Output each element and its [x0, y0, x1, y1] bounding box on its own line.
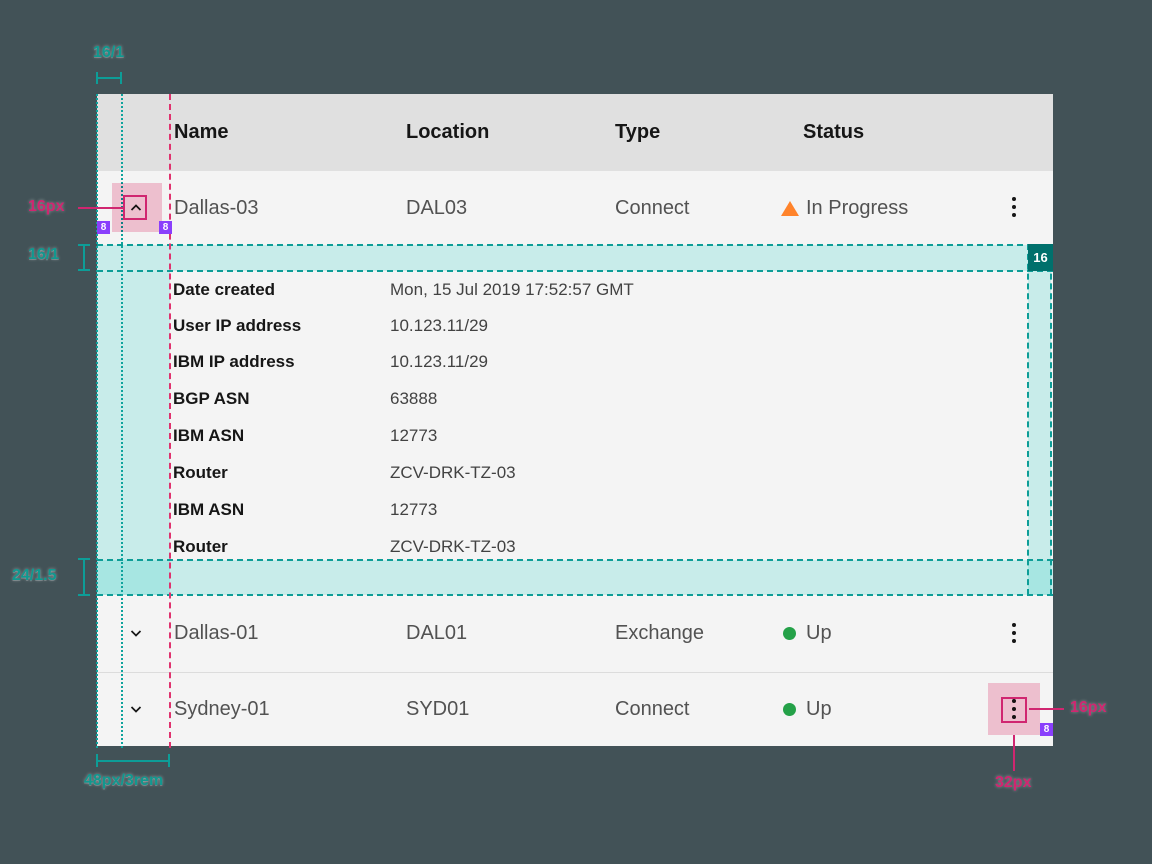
detail-row: IBM IP address 10.123.11/29	[173, 351, 488, 371]
status-cell	[781, 171, 799, 245]
overflow-menu-button[interactable]	[1007, 197, 1021, 217]
chevron-up-icon	[128, 200, 144, 216]
detail-row: User IP address 10.123.11/29	[173, 315, 488, 335]
cell-type: Connect	[615, 196, 690, 219]
status-cell	[783, 673, 796, 746]
expand-row-button[interactable]	[128, 701, 144, 717]
spec-canvas: Name Location Type Status Dallas-03 DAL0…	[0, 0, 1152, 864]
cell-type: Connect	[615, 698, 690, 720]
cell-location: DAL01	[406, 622, 468, 644]
padding-badge: 8	[97, 221, 110, 234]
cell-type: Exchange	[615, 622, 704, 644]
size-label: 16px	[1070, 699, 1107, 716]
column-header-location: Location	[406, 121, 490, 143]
measure-tick	[96, 72, 98, 84]
status-up-icon	[783, 703, 796, 716]
column-header-status: Status	[803, 121, 865, 143]
cell-location: SYD01	[406, 698, 470, 720]
status-cell	[783, 595, 796, 672]
measure-tick	[78, 269, 90, 271]
status-label: Up	[806, 698, 832, 720]
data-table: Name Location Type Status Dallas-03 DAL0…	[97, 94, 1053, 746]
cell-name: Sydney-01	[174, 698, 270, 720]
measure-tick	[78, 558, 90, 560]
measurement-label: 48px/3rem	[84, 772, 164, 789]
measure-tick	[78, 244, 90, 246]
table-header-row: Name Location Type Status	[97, 94, 1053, 171]
measurement-label: 16/1	[28, 246, 60, 263]
warning-triangle-icon	[781, 200, 799, 216]
padding-badge: 8	[159, 221, 172, 234]
measurement-label: 24/1.5	[12, 567, 57, 584]
measure-line	[96, 760, 170, 762]
cell-name: Dallas-03	[174, 196, 259, 219]
measure-line	[83, 244, 85, 271]
expand-row-button[interactable]	[128, 625, 144, 641]
size-label: 16px	[28, 198, 65, 215]
table-row: Dallas-03 DAL03 Connect In Progress	[97, 171, 1053, 245]
measurement-label: 16/1	[93, 44, 125, 61]
measure-line	[83, 558, 85, 596]
column-header-name: Name	[174, 121, 229, 143]
detail-row: IBM ASN 12773	[173, 499, 438, 519]
column-header-type: Type	[615, 121, 661, 143]
table-row: Sydney-01 SYD01 Connect Up	[97, 673, 1053, 746]
cell-name: Dallas-01	[174, 622, 259, 644]
overflow-menu-button[interactable]	[1007, 623, 1021, 643]
measure-tick	[168, 754, 170, 767]
size-label: 32px	[995, 774, 1032, 791]
padding-badge: 8	[1040, 723, 1053, 736]
detail-row: IBM ASN 12773	[173, 425, 438, 445]
measure-tick	[78, 594, 90, 596]
status-label: In Progress	[806, 196, 909, 219]
chevron-down-icon	[128, 701, 144, 717]
measure-tick	[96, 754, 98, 767]
status-up-icon	[783, 627, 796, 640]
cell-location: DAL03	[406, 196, 468, 219]
table-row: Dallas-01 DAL01 Exchange Up	[97, 595, 1053, 672]
detail-row: Router ZCV-DRK-TZ-03	[173, 536, 516, 556]
overflow-menu-button[interactable]	[1007, 699, 1021, 719]
measure-line	[96, 77, 122, 79]
measure-tick	[120, 72, 122, 84]
collapse-row-button[interactable]	[128, 200, 144, 216]
detail-row: Date created Mon, 15 Jul 2019 17:52:57 GM…	[173, 279, 634, 299]
measurement-badge: 16	[1028, 244, 1053, 271]
status-label: Up	[806, 622, 832, 644]
detail-row: BGP ASN 63888	[173, 388, 438, 408]
detail-row: Router ZCV-DRK-TZ-03	[173, 462, 516, 482]
chevron-down-icon	[128, 625, 144, 641]
